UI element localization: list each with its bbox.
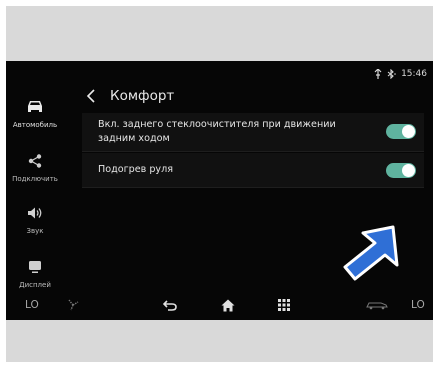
page-header: Комфорт bbox=[86, 86, 174, 106]
sidebar: Автомобиль Подключить Звук Дисплей bbox=[6, 81, 64, 291]
share-icon bbox=[28, 153, 42, 170]
setting-row-rear-wiper[interactable]: Вкл. заднего стеклоочистителя при движен… bbox=[82, 113, 424, 152]
sidebar-item-label: Автомобиль bbox=[12, 120, 58, 129]
status-time: 15:46 bbox=[401, 69, 427, 79]
sidebar-item-label: Звук bbox=[26, 226, 44, 235]
phone-signal-icon bbox=[374, 69, 382, 79]
status-bar: 15:46 bbox=[374, 67, 427, 81]
display-icon bbox=[28, 260, 42, 276]
setting-label: Вкл. заднего стеклоочистителя при движен… bbox=[98, 119, 336, 144]
home-icon[interactable] bbox=[221, 290, 235, 320]
setting-row-heated-steering[interactable]: Подогрев руля bbox=[82, 153, 424, 188]
back-chevron-icon[interactable] bbox=[86, 89, 96, 103]
bottom-bar: LO LO bbox=[6, 290, 433, 320]
apps-grid-icon[interactable] bbox=[278, 290, 290, 320]
setting-label: Подогрев руля bbox=[98, 164, 173, 175]
sidebar-item-car[interactable]: Автомобиль bbox=[6, 89, 64, 139]
left-temperature[interactable]: LO bbox=[25, 290, 39, 320]
air-recirculation-car-icon[interactable] bbox=[366, 290, 388, 320]
car-icon bbox=[27, 100, 43, 116]
page-title: Комфорт bbox=[110, 88, 175, 104]
infotainment-screen: 15:46 Автомобиль Подключить Звук Дисплей bbox=[6, 61, 433, 320]
pointer-arrow-icon bbox=[343, 225, 399, 281]
fan-icon[interactable] bbox=[66, 290, 80, 320]
sidebar-item-sound[interactable]: Звук bbox=[6, 195, 64, 245]
bluetooth-icon bbox=[387, 69, 396, 79]
back-icon[interactable] bbox=[163, 290, 177, 320]
sidebar-item-label: Подключить bbox=[12, 174, 58, 183]
rear-wiper-toggle[interactable] bbox=[386, 124, 416, 139]
toggle-knob bbox=[402, 125, 415, 138]
toggle-knob bbox=[402, 164, 415, 177]
speaker-icon bbox=[27, 206, 43, 222]
right-temperature[interactable]: LO bbox=[411, 290, 425, 320]
sidebar-item-connect[interactable]: Подключить bbox=[6, 143, 64, 193]
heated-steering-toggle[interactable] bbox=[386, 163, 416, 178]
sidebar-item-label: Дисплей bbox=[19, 280, 51, 289]
